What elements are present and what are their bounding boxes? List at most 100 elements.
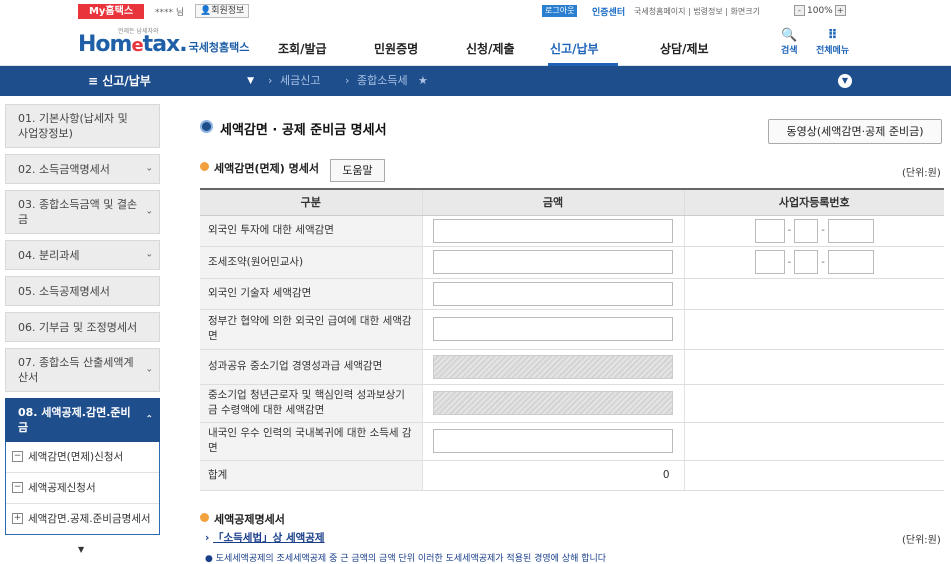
sidebar-item-tax-credit[interactable]: 08. 세액공제.감면.준비금 ⌃ bbox=[5, 398, 160, 442]
sidebar-subitem-label: 세액감면(면제)신청서 bbox=[28, 451, 124, 463]
amount-input[interactable] bbox=[432, 218, 673, 243]
zoom-out-button[interactable]: - bbox=[794, 5, 805, 16]
sidebar-subitem-reduction-statement[interactable]: + 세액감면.공제.준비금명세서 bbox=[6, 503, 159, 534]
row-label: 조세조약(원어민교사) bbox=[200, 246, 422, 279]
dropdown-arrow-icon: ▼ bbox=[247, 76, 254, 86]
table-row: 외국인 투자에 대한 세액감면 - - bbox=[200, 215, 944, 247]
nav-consult-report[interactable]: 상담/제보 bbox=[660, 40, 709, 57]
sidebar-item-total-income[interactable]: 03. 종합소득금액 및 결손금 ⌄ bbox=[5, 190, 160, 234]
row-label: 외국인 투자에 대한 세액감면 bbox=[200, 215, 422, 247]
sidebar-item-label: 08. 세액공제.감면.준비금 bbox=[18, 406, 131, 434]
menu-dropdown[interactable]: ≡ 신고/납부 ▼ bbox=[78, 66, 268, 96]
biz-number-input-group: - - bbox=[685, 250, 945, 274]
biz-number-part3-input[interactable] bbox=[827, 250, 874, 274]
empty-cell bbox=[683, 460, 944, 491]
notice-text: ● 도세세액공제의 조세세액공제 중 근 금액의 금액 단위 이러한 도세세액공… bbox=[205, 554, 607, 564]
nav-lookup-issue[interactable]: 조회/발급 bbox=[278, 40, 327, 57]
row-label: 정부간 협약에 의한 외국인 급여에 대한 세액감면 bbox=[200, 309, 422, 350]
sidebar-item-label: 07. 종합소득 산출세액계산서 bbox=[18, 356, 134, 384]
search-button[interactable]: 🔍 검색 bbox=[781, 28, 798, 56]
section-title-credit: 세액공제명세서 bbox=[214, 513, 285, 526]
sidebar-subitem-credit-apply[interactable]: − 세액공제신청서 bbox=[6, 472, 159, 503]
member-info-button[interactable]: 👤회원정보 bbox=[195, 4, 250, 18]
breadcrumb-tax-report[interactable]: 세금신고 bbox=[280, 66, 320, 96]
step-sidebar: 01. 기본사항(납세자 및 사업장정보) 02. 소득금액명세서 ⌄ 03. … bbox=[5, 104, 160, 535]
amount-input[interactable] bbox=[432, 317, 673, 341]
sidebar-item-donation[interactable]: 06. 기부금 및 조정명세서 bbox=[5, 312, 160, 342]
zoom-value: 100% bbox=[807, 5, 833, 16]
empty-cell bbox=[683, 422, 944, 461]
page-title: 세액감면 · 공제 준비금 명세서 bbox=[220, 123, 387, 138]
biz-number-part2-input[interactable] bbox=[794, 218, 819, 243]
help-button[interactable]: 도움말 bbox=[330, 159, 385, 182]
row-label: 중소기업 청년근로자 및 핵심인력 성과보상기금 수령액에 대한 세액감면 bbox=[200, 384, 422, 423]
hamburger-icon: ≡ bbox=[88, 74, 99, 88]
link-label: 「소득세법」상 세액공제 bbox=[212, 532, 325, 544]
all-menu-button[interactable]: ⠿ 전체메뉴 bbox=[816, 28, 849, 56]
sidebar-subitem-label: 세액공제신청서 bbox=[28, 482, 96, 494]
breadcrumb-income-tax[interactable]: 종합소득세 bbox=[357, 66, 408, 96]
table-row: 내국인 우수 인력의 국내복귀에 대한 소득세 감면 bbox=[200, 422, 944, 461]
star-icon[interactable]: ★ bbox=[418, 66, 428, 96]
sidebar-item-label: 05. 소득공제명세서 bbox=[18, 284, 110, 298]
sidebar-item-calculated-tax[interactable]: 07. 종합소득 산출세액계산서 ⌄ bbox=[5, 348, 160, 392]
sidebar-item-deduction[interactable]: 05. 소득공제명세서 bbox=[5, 276, 160, 306]
biz-number-part1-input[interactable] bbox=[754, 218, 785, 243]
dash-separator: - bbox=[787, 256, 792, 268]
empty-cell bbox=[683, 349, 944, 385]
title-bullet-icon bbox=[200, 120, 213, 133]
biz-number-part2-input[interactable] bbox=[794, 250, 819, 274]
logo-text-e: e bbox=[131, 35, 143, 56]
zoom-control: - 100% + bbox=[794, 5, 846, 16]
collapse-chevron-icon[interactable]: ▼ bbox=[838, 74, 852, 88]
sidebar-subitem-reduction-apply[interactable]: − 세액감면(면제)신청서 bbox=[6, 442, 159, 472]
chevron-up-icon: ⌃ bbox=[145, 414, 153, 425]
nav-report-pay[interactable]: 신고/납부 bbox=[550, 40, 599, 57]
hometax-logo[interactable]: Hometax. 국세청홈택스 bbox=[78, 32, 249, 57]
amount-input[interactable] bbox=[432, 281, 673, 306]
section-bullet-icon bbox=[200, 513, 209, 522]
sidebar-item-label: 01. 기본사항(납세자 및 사업장정보) bbox=[18, 112, 128, 140]
dash-separator: - bbox=[787, 225, 792, 236]
dash-separator: - bbox=[821, 225, 825, 236]
sidebar-submenu: − 세액감면(면제)신청서 − 세액공제신청서 + 세액감면.공제.준비금명세서 bbox=[5, 442, 160, 535]
biz-number-part3-input[interactable] bbox=[827, 218, 874, 243]
table-row: 정부간 협약에 의한 외국인 급여에 대한 세액감면 bbox=[200, 309, 944, 350]
my-hometax-button[interactable]: My홈택스 bbox=[78, 4, 144, 19]
sidebar-item-separate-tax[interactable]: 04. 분리과세 ⌄ bbox=[5, 240, 160, 270]
reduction-table: 구분 금액 사업자등록번호 외국인 투자에 대한 세액감면 - - 조세조약(원… bbox=[200, 188, 944, 491]
logout-button[interactable]: 로그아웃 bbox=[542, 5, 578, 17]
sidebar-subitem-label: 세액감면.공제.준비금명세서 bbox=[28, 513, 151, 525]
chevron-down-icon: ⌄ bbox=[145, 249, 153, 260]
sidebar-item-basic-info[interactable]: 01. 기본사항(납세자 및 사업장정보) bbox=[5, 104, 160, 148]
video-guide-button[interactable]: 동영상(세액감면·공제 준비금) bbox=[768, 119, 942, 144]
column-header-category: 구분 bbox=[200, 189, 422, 216]
nav-civil-certificate[interactable]: 민원증명 bbox=[374, 40, 418, 57]
nav-apply-submit[interactable]: 신청/제출 bbox=[466, 40, 515, 57]
sidebar-item-income-statement[interactable]: 02. 소득금액명세서 ⌄ bbox=[5, 154, 160, 184]
amount-input[interactable] bbox=[432, 429, 673, 453]
sidebar-item-label: 03. 종합소득금액 및 결손금 bbox=[18, 198, 138, 226]
column-header-biz-number: 사업자등록번호 bbox=[683, 189, 944, 216]
amount-input-disabled bbox=[432, 354, 673, 379]
chevron-down-icon: ⌄ bbox=[145, 163, 153, 174]
total-value: 0 bbox=[421, 460, 684, 491]
utility-links[interactable]: 국세청홈페이지 | 법령정보 | 화면크기 bbox=[634, 6, 760, 17]
search-icon: 🔍 bbox=[781, 28, 798, 43]
unit-label-2: (단위:원) bbox=[902, 535, 941, 546]
income-tax-law-credit-link[interactable]: › 「소득세법」상 세액공제 bbox=[205, 530, 325, 545]
breadcrumb-sep-icon: › bbox=[268, 74, 273, 87]
cert-center-link[interactable]: 인증센터 bbox=[592, 5, 625, 18]
empty-cell bbox=[683, 309, 944, 350]
scroll-down-icon[interactable]: ▼ bbox=[78, 545, 84, 554]
biz-number-part1-input[interactable] bbox=[754, 250, 785, 274]
arrow-right-icon: › bbox=[205, 532, 210, 544]
amount-input[interactable] bbox=[432, 250, 673, 274]
collapse-box-icon: − bbox=[12, 451, 23, 462]
location-bar: ≡ 신고/납부 ▼ › 세금신고 › 종합소득세 ★ ▼ bbox=[0, 66, 951, 96]
zoom-in-button[interactable]: + bbox=[834, 5, 846, 16]
unit-label: (단위:원) bbox=[902, 168, 941, 179]
site-header: 언제든 납세자와 Hometax. 국세청홈택스 조회/발급 민원증명 신청/제출… bbox=[0, 22, 951, 66]
section-title-reduction: 세액감면(면제) 명세서 bbox=[214, 162, 319, 175]
total-label: 합계 bbox=[200, 460, 422, 491]
